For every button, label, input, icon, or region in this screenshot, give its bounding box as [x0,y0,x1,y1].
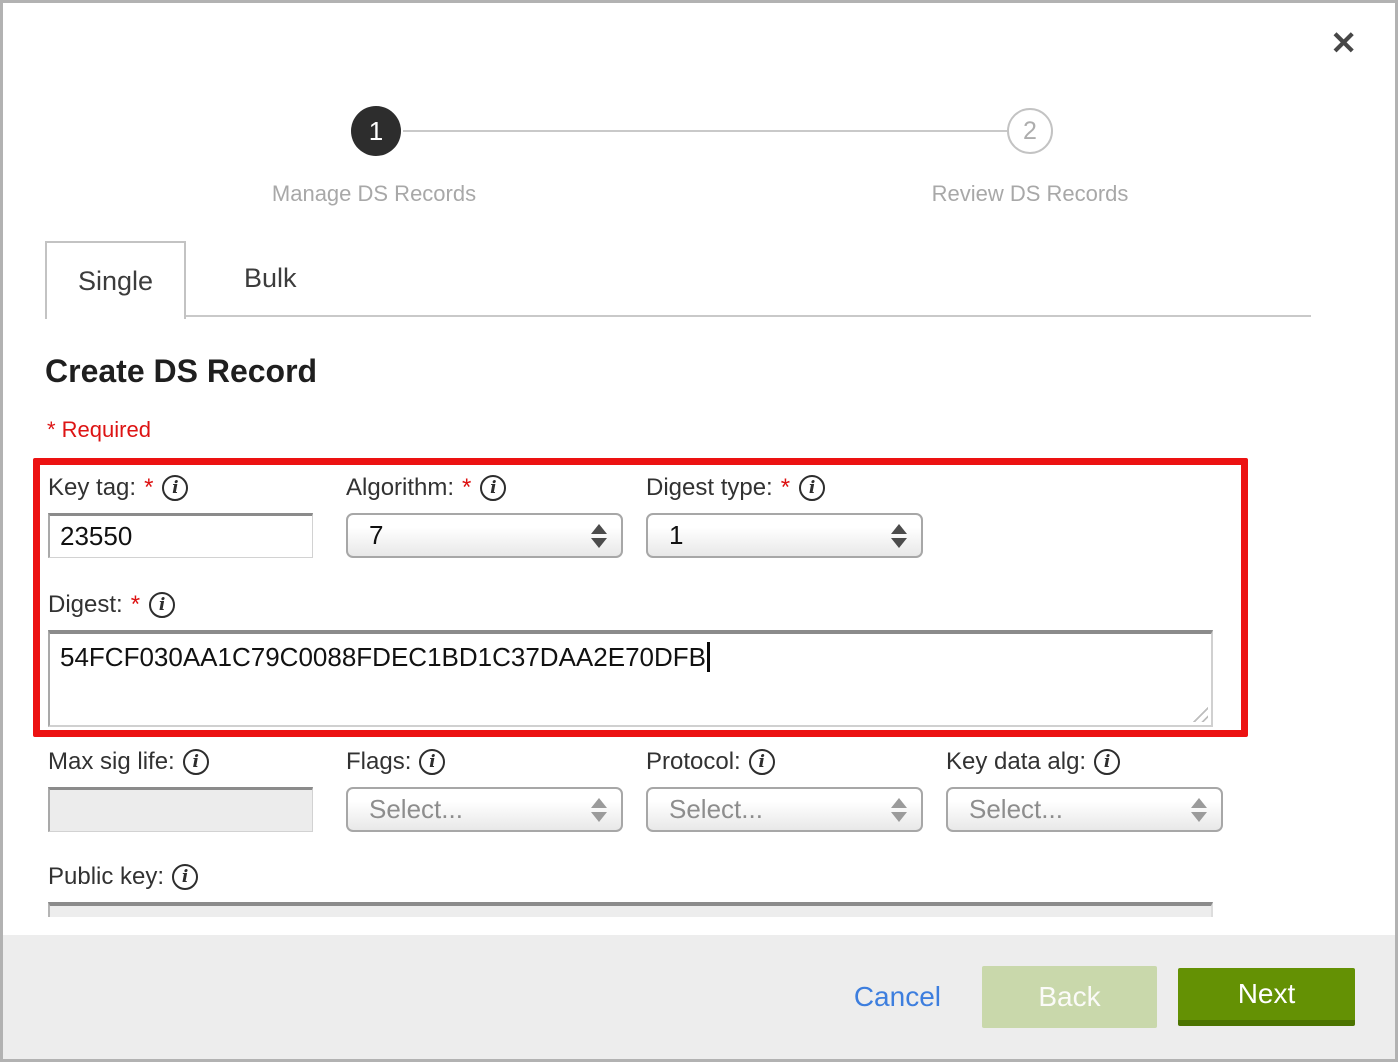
max-sig-life-label: Max sig life: [48,748,175,776]
tab-bulk[interactable]: Bulk [186,241,355,315]
select-arrows-icon [591,798,607,822]
info-icon[interactable]: i [480,475,506,501]
public-key-field-group: Public key: i [48,859,1213,917]
algorithm-label: Algorithm: [346,474,454,502]
info-icon[interactable]: i [419,749,445,775]
max-sig-life-field-group: Max sig life: i [48,744,346,832]
required-note: * Required [47,417,151,443]
algorithm-select[interactable]: 7 [346,513,623,558]
flags-label: Flags: [346,748,411,776]
info-icon[interactable]: i [799,475,825,501]
tab-single[interactable]: Single [45,241,186,319]
digest-textarea[interactable]: 54FCF030AA1C79C0088FDEC1BD1C37DAA2E70DFB [48,630,1213,727]
protocol-select[interactable]: Select... [646,787,923,832]
page-title: Create DS Record [45,353,317,390]
key-tag-input[interactable] [48,513,313,558]
step-1-circle: 1 [351,106,401,156]
info-icon[interactable]: i [183,749,209,775]
required-asterisk: * [131,591,140,619]
create-ds-record-dialog: ✕ 1 2 Manage DS Records Review DS Record… [0,0,1398,1062]
cancel-button[interactable]: Cancel [854,981,941,1013]
select-arrows-icon [591,524,607,548]
protocol-selected-value: Select... [669,794,763,825]
info-icon[interactable]: i [149,592,175,618]
max-sig-life-input[interactable] [48,787,313,832]
key-tag-field-group: Key tag: * i [48,470,346,558]
digest-type-label: Digest type: [646,474,773,502]
close-icon[interactable]: ✕ [1330,27,1357,59]
public-key-label: Public key: [48,863,164,891]
tab-bar: Single Bulk [45,241,1311,317]
algorithm-field-group: Algorithm: * i 7 [346,470,646,558]
digest-type-selected-value: 1 [669,520,683,551]
required-asterisk: * [781,474,790,502]
info-icon[interactable]: i [162,475,188,501]
text-cursor [707,642,710,672]
select-arrows-icon [1191,798,1207,822]
digest-value: 54FCF030AA1C79C0088FDEC1BD1C37DAA2E70DFB [60,642,706,672]
key-data-alg-label: Key data alg: [946,748,1086,776]
select-arrows-icon [891,798,907,822]
dialog-footer: Cancel Back Next [3,935,1395,1059]
key-data-alg-selected-value: Select... [969,794,1063,825]
step-1-label: Manage DS Records [272,181,476,207]
info-icon[interactable]: i [1094,749,1120,775]
public-key-textarea[interactable] [48,902,1213,917]
flags-field-group: Flags: i Select... [346,744,646,832]
annotation-highlight-box: Key tag: * i Algorithm: * i 7 [33,458,1248,737]
info-icon[interactable]: i [749,749,775,775]
key-data-alg-field-group: Key data alg: i Select... [946,744,1246,832]
flags-select[interactable]: Select... [346,787,623,832]
key-tag-label: Key tag: [48,474,136,502]
step-2-circle: 2 [1007,108,1053,154]
required-asterisk: * [144,474,153,502]
back-button[interactable]: Back [982,966,1157,1028]
algorithm-selected-value: 7 [369,520,383,551]
digest-type-field-group: Digest type: * i 1 [646,470,946,558]
digest-label: Digest: [48,591,123,619]
protocol-label: Protocol: [646,748,741,776]
optional-fields-row: Max sig life: i Flags: i Select... Proto… [48,744,1246,832]
step-connector-line [403,130,1007,132]
resize-grip-icon[interactable] [1189,703,1208,722]
digest-type-select[interactable]: 1 [646,513,923,558]
required-asterisk: * [462,474,471,502]
protocol-field-group: Protocol: i Select... [646,744,946,832]
step-2-label: Review DS Records [932,181,1129,207]
select-arrows-icon [891,524,907,548]
info-icon[interactable]: i [172,864,198,890]
key-data-alg-select[interactable]: Select... [946,787,1223,832]
flags-selected-value: Select... [369,794,463,825]
next-button[interactable]: Next [1178,968,1355,1026]
